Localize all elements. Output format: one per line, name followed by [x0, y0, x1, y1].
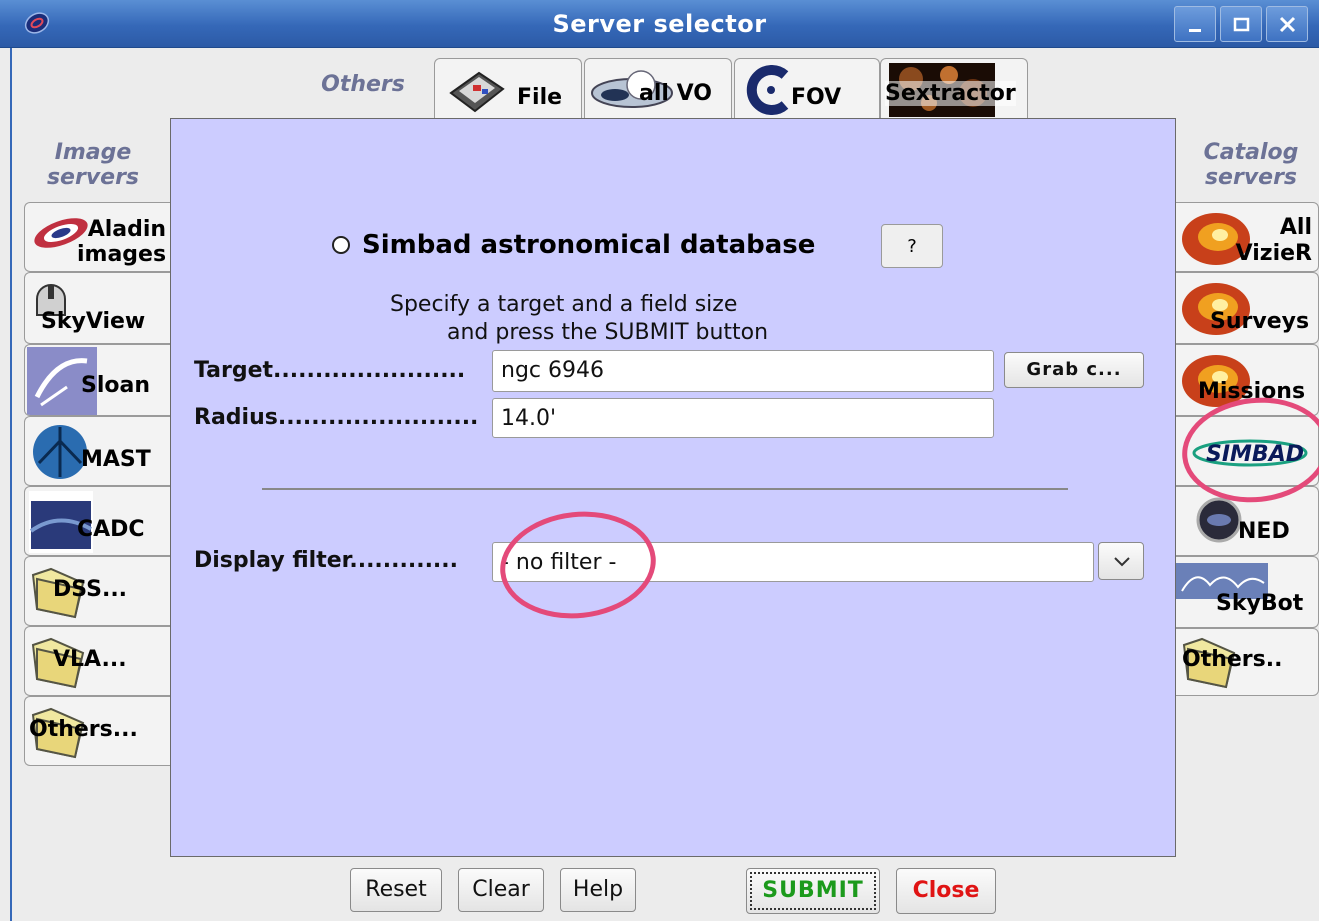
ned-icon: [1196, 497, 1242, 543]
server-label: MAST: [81, 447, 151, 472]
server-tab-sloan[interactable]: Sloan: [24, 344, 170, 416]
tab-label: File: [517, 85, 563, 110]
server-label: Aladin images: [77, 217, 167, 267]
server-label: NED: [1238, 519, 1290, 544]
server-tab-vla[interactable]: VLA...: [24, 626, 170, 696]
tab-label: all VO: [639, 81, 712, 106]
target-label: Target.......................: [194, 358, 466, 383]
server-tab-skybot[interactable]: SkyBot: [1176, 556, 1319, 628]
server-tab-cadc[interactable]: CADC: [24, 486, 170, 556]
image-servers-label: Image servers: [46, 140, 140, 190]
catalog-servers-label: Catalog servers: [1203, 140, 1299, 190]
server-label: SkyView: [41, 309, 146, 334]
server-tab-skyview[interactable]: SkyView: [24, 272, 170, 344]
simbad-radio-button[interactable]: [332, 236, 350, 254]
server-label: Others..: [1182, 647, 1283, 672]
reset-button[interactable]: Reset: [350, 868, 442, 912]
grab-coordinates-button[interactable]: Grab c...: [1004, 352, 1144, 388]
filter-dropdown-button[interactable]: [1098, 542, 1144, 580]
server-label: VLA...: [53, 647, 127, 672]
minimize-icon: [1189, 29, 1201, 32]
close-button[interactable]: Close: [896, 868, 996, 914]
tab-allvo[interactable]: all VO: [584, 58, 732, 120]
tab-label: FOV: [791, 85, 842, 110]
tab-file[interactable]: File: [434, 58, 582, 120]
server-label: All VizieR: [1235, 215, 1312, 266]
minimize-button[interactable]: [1174, 6, 1216, 42]
server-label: Sloan: [81, 373, 151, 398]
server-label: Others...: [29, 717, 138, 742]
server-tab-aladin[interactable]: Aladin images: [24, 202, 170, 272]
maximize-button[interactable]: [1220, 6, 1262, 42]
display-filter-label: Display filter.............: [194, 548, 458, 573]
instructions-line-2: and press the SUBMIT button: [447, 320, 769, 345]
help-button[interactable]: Help: [560, 868, 636, 912]
close-icon: [1279, 16, 1296, 33]
server-tab-surveys[interactable]: Surveys: [1176, 272, 1319, 344]
server-tab-dss[interactable]: DSS...: [24, 556, 170, 626]
window-title: Server selector: [552, 10, 767, 38]
server-label: SkyBot: [1216, 591, 1304, 616]
server-tab-catalog-others[interactable]: Others..: [1176, 628, 1319, 696]
server-label: DSS...: [53, 577, 128, 602]
chevron-down-icon: [1114, 557, 1130, 567]
server-tab-others[interactable]: Others...: [24, 696, 170, 766]
simbad-heading-text: Simbad astronomical database: [362, 230, 816, 260]
others-group-label: Others: [321, 72, 405, 97]
title-bar: Server selector: [0, 0, 1319, 48]
maximize-icon: [1233, 17, 1250, 32]
radius-input[interactable]: 14.0': [492, 398, 994, 438]
simbad-heading: Simbad astronomical database: [332, 228, 815, 262]
target-input[interactable]: ngc 6946: [492, 350, 994, 392]
tab-sextractor[interactable]: Sextractor: [880, 58, 1028, 120]
help-question-button[interactable]: ?: [881, 224, 943, 268]
server-tab-mast[interactable]: MAST: [24, 416, 170, 486]
server-label: CADC: [77, 517, 145, 542]
separator: [262, 488, 1068, 490]
server-label: Surveys: [1210, 309, 1310, 334]
instructions-line-1: Specify a target and a field size: [390, 292, 738, 317]
disk-icon: [449, 71, 505, 113]
submit-button[interactable]: SUBMIT: [746, 868, 880, 914]
server-tab-vizier[interactable]: All VizieR: [1176, 202, 1319, 272]
tab-label: Sextractor: [885, 81, 1016, 106]
fov-icon: [746, 65, 789, 115]
tab-fov[interactable]: FOV: [734, 58, 880, 120]
clear-button[interactable]: Clear: [458, 868, 544, 912]
radius-label: Radius........................: [194, 405, 479, 430]
close-window-button[interactable]: [1266, 6, 1308, 42]
